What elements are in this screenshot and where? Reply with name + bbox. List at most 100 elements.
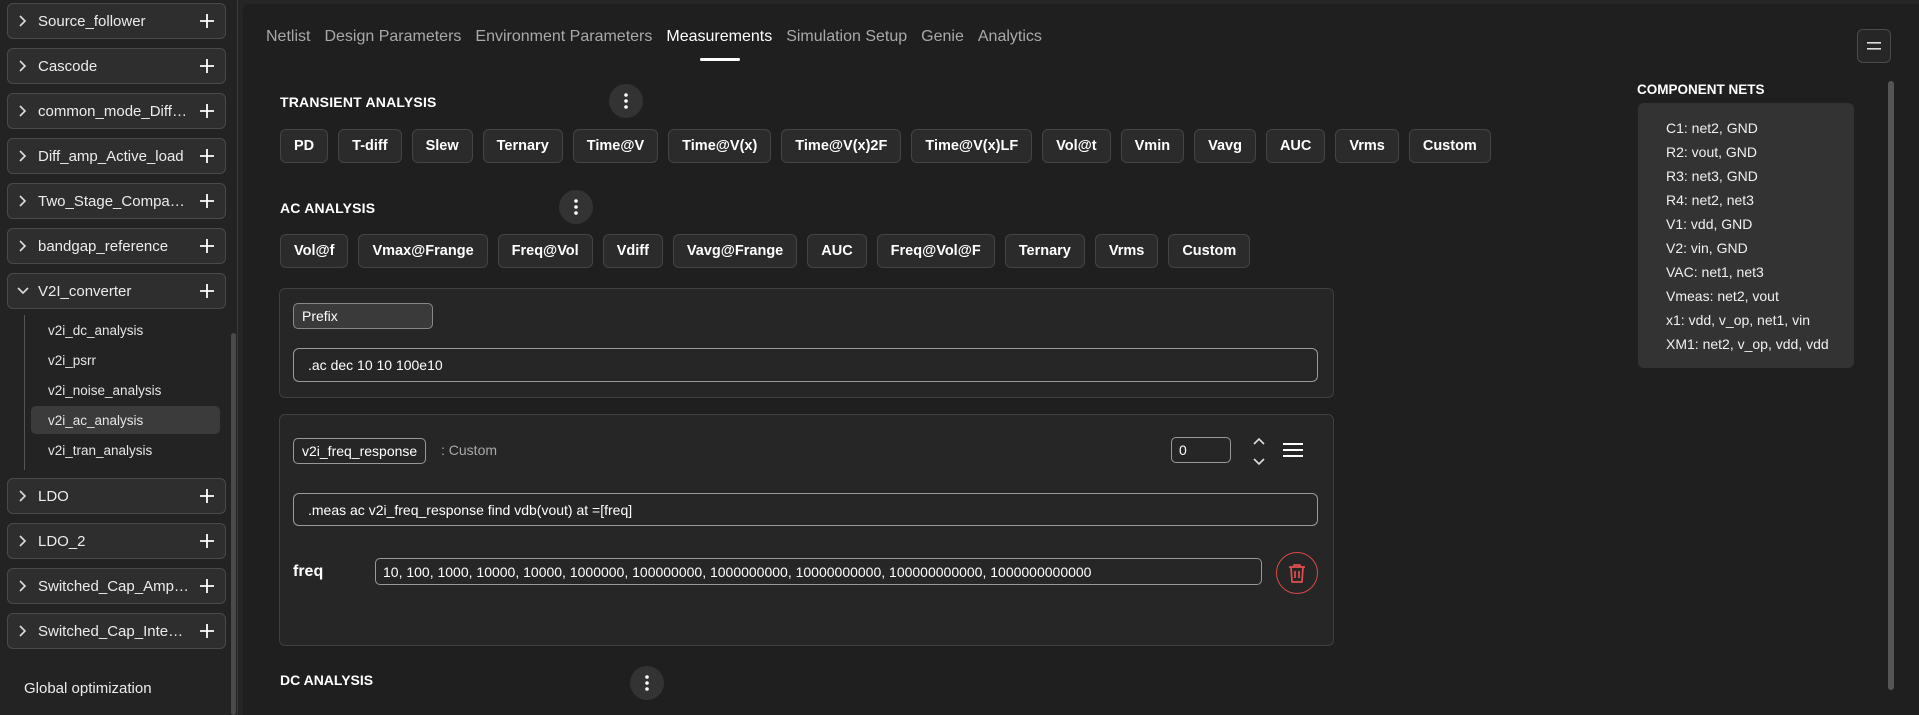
plus-icon[interactable] [189,149,225,163]
project-item[interactable]: bandgap_reference [7,228,226,264]
analysis-item[interactable]: v2i_noise_analysis [31,376,220,404]
plus-icon[interactable] [189,624,225,638]
plus-icon[interactable] [189,534,225,548]
delete-param-button[interactable] [1276,552,1318,594]
measurement-name-input[interactable]: v2i_freq_response [293,438,427,464]
more-vertical-icon [574,199,578,215]
transient-more-button[interactable] [609,84,643,118]
project-item[interactable]: Switched_Cap_Integr... [7,613,226,649]
ac-measure-chip[interactable]: Vavg@Frange [672,234,798,268]
tab-design-parameters[interactable]: Design Parameters [324,28,461,46]
chevron-right-icon[interactable] [8,105,38,117]
menu-icon [1283,443,1303,457]
chevron-right-icon[interactable] [8,150,38,162]
transient-measure-chip[interactable]: Vol@t [1042,129,1111,163]
project-item[interactable]: common_mode_Diffa... [7,93,226,129]
analysis-item[interactable]: v2i_dc_analysis [31,316,220,344]
plus-icon[interactable] [189,14,225,28]
chevron-right-icon[interactable] [8,195,38,207]
transient-measure-chip[interactable]: Vmin [1120,129,1185,163]
chevron-right-icon[interactable] [8,240,38,252]
ac-measure-chip[interactable]: Vdiff [602,234,663,268]
component-nets-list: C1: net2, GND R2: vout, GND R3: net3, GND R… [1638,103,1854,368]
transient-measure-chip[interactable]: AUC [1265,129,1326,163]
transient-measure-chip[interactable]: Ternary [482,129,563,163]
transient-measure-chip[interactable]: Vavg [1194,129,1256,163]
project-name: Source_follower [38,12,146,30]
transient-measure-chip[interactable]: Time@V(x)2F [781,129,902,163]
plus-icon[interactable] [189,579,225,593]
tab-simulation-setup[interactable]: Simulation Setup [786,28,907,46]
project-item[interactable]: LDO_2 [7,523,226,559]
order-down-button[interactable] [1249,454,1269,470]
transient-measure-chip[interactable]: Custom [1408,129,1491,163]
ac-measure-chip[interactable]: Vol@f [280,234,349,268]
tab-measurements[interactable]: Measurements [666,28,772,61]
chevron-right-icon[interactable] [8,15,38,27]
project-item[interactable]: Diff_amp_Active_load [7,138,226,174]
analysis-item[interactable]: v2i_psrr [31,346,220,374]
chevron-right-icon[interactable] [8,60,38,72]
prefix-input[interactable]: .ac dec 10 10 100e10 [293,348,1318,382]
transient-measure-chip[interactable]: PD [280,129,329,163]
global-optimization-link[interactable]: Global optimization [24,680,152,697]
analysis-item[interactable]: v2i_tran_analysis [31,436,220,464]
chevron-down-icon[interactable] [8,287,38,295]
dc-more-button[interactable] [630,666,664,700]
ac-measure-chip[interactable]: Vrms [1094,234,1159,268]
panel-toggle-button[interactable] [1857,29,1891,63]
plus-icon[interactable] [189,239,225,253]
net-item: VAC: net1, net3 [1666,264,1764,280]
order-up-button[interactable] [1249,433,1269,449]
tab-netlist[interactable]: Netlist [266,28,310,46]
tab-analytics[interactable]: Analytics [978,28,1042,46]
measurement-order-input[interactable]: 0 [1171,437,1231,463]
project-name: common_mode_Diffa... [38,102,189,120]
transient-measure-chip[interactable]: Time@V(x)LF [911,129,1033,163]
ac-measure-chip[interactable]: Freq@Vol [497,234,593,268]
net-item: C1: net2, GND [1666,120,1758,136]
ac-more-button[interactable] [559,190,593,224]
transient-measure-chip[interactable]: Vrms [1335,129,1399,163]
ac-measure-chip[interactable]: Vmax@Frange [358,234,488,268]
plus-icon[interactable] [189,59,225,73]
tab-genie[interactable]: Genie [921,28,964,46]
tab-bar: Netlist Design Parameters Environment Para… [266,28,1042,61]
ac-measure-chip[interactable]: AUC [807,234,867,268]
param-values-input[interactable]: 10, 100, 1000, 10000, 10000, 1000000, 10… [375,558,1262,585]
project-sidebar: Source_follower Cascode common_mode_Diffa.… [0,0,238,715]
trash-icon [1289,564,1305,583]
net-item: V2: vin, GND [1666,240,1748,256]
plus-icon[interactable] [189,284,225,298]
ac-measure-chip[interactable]: Freq@Vol@F [876,234,995,268]
chevron-right-icon[interactable] [8,580,38,592]
transient-chip-row: PD T-diff Slew Ternary Time@V Time@V(x) Time@V… [280,129,1491,163]
project-item[interactable]: Two_Stage_Compara... [7,183,226,219]
analysis-item[interactable]: v2i_ac_analysis [31,406,220,434]
project-item[interactable]: Cascode [7,48,226,84]
measurement-card: v2i_freq_response : Custom 0 .meas ac v2… [279,414,1334,646]
measurement-statement-input[interactable]: .meas ac v2i_freq_response find vdb(vout… [293,493,1318,526]
measurement-menu-button[interactable] [1281,439,1305,461]
project-item[interactable]: Switched_Cap_Ampli... [7,568,226,604]
sidebar-scrollbar[interactable] [231,333,236,715]
ac-measure-chip[interactable]: Custom [1168,234,1251,268]
chevron-right-icon[interactable] [8,535,38,547]
plus-icon[interactable] [189,489,225,503]
transient-measure-chip[interactable]: Time@V [572,129,659,163]
transient-measure-chip[interactable]: Time@V(x) [668,129,772,163]
transient-measure-chip[interactable]: T-diff [338,129,402,163]
transient-measure-chip[interactable]: Slew [411,129,473,163]
tab-environment-parameters[interactable]: Environment Parameters [475,28,652,46]
ac-measure-chip[interactable]: Ternary [1004,234,1085,268]
net-item: R4: net2, net3 [1666,192,1754,208]
chevron-right-icon[interactable] [8,625,38,637]
project-name: LDO [38,487,69,505]
project-item[interactable]: LDO [7,478,226,514]
plus-icon[interactable] [189,194,225,208]
chevron-right-icon[interactable] [8,490,38,502]
plus-icon[interactable] [189,104,225,118]
project-item[interactable]: V2I_converter [7,273,226,309]
project-item[interactable]: Source_follower [7,3,226,39]
main-scrollbar[interactable] [1888,81,1894,690]
